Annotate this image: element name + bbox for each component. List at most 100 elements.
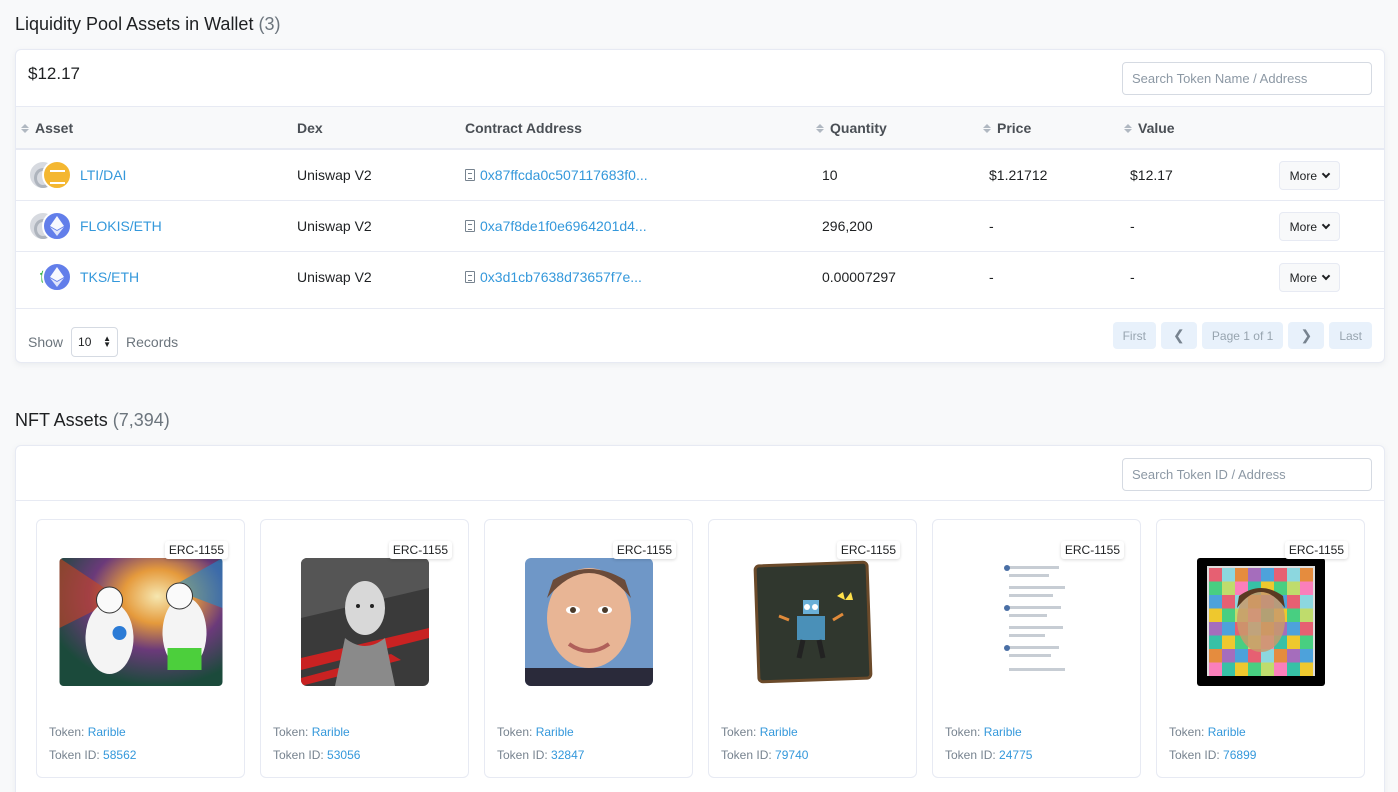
lp-title-text: Liquidity Pool Assets in Wallet <box>15 14 254 34</box>
col-quantity[interactable]: Quantity <box>816 120 887 136</box>
token-link[interactable]: Rarible <box>88 725 126 739</box>
token-pair-icon: t <box>28 262 72 292</box>
nft-card-item[interactable]: ERC-1155 Token: Rarible Token ID: 79740 <box>708 519 917 778</box>
token-id-link[interactable]: 76899 <box>1223 748 1256 762</box>
token-meta: Token: Rarible <box>49 725 126 739</box>
nft-card-item[interactable]: ERC-1155 Token: Rarible Token ID: 24775 <box>932 519 1141 778</box>
token-label: Token: <box>49 725 85 739</box>
records-label: Records <box>126 334 179 350</box>
lp-total-value: $12.17 <box>28 64 80 83</box>
dex-cell: Uniswap V2 <box>297 269 372 285</box>
token-link[interactable]: Rarible <box>312 725 350 739</box>
next-page-button[interactable]: ❯ <box>1288 322 1325 349</box>
nft-section-title: NFT Assets (7,394) <box>15 410 170 431</box>
token-link[interactable]: Rarible <box>760 725 798 739</box>
nft-image[interactable] <box>1196 558 1325 686</box>
nft-card-item[interactable]: ERC-1155 Token: Rarible Token ID: 58562 <box>36 519 245 778</box>
token-pair-icon <box>28 160 72 190</box>
quantity-cell: 296,200 <box>822 218 873 234</box>
nft-image[interactable] <box>300 558 429 686</box>
token-meta: Token: Rarible <box>945 725 1022 739</box>
token-id-meta: Token ID: 79740 <box>721 748 808 762</box>
nft-count: (7,394) <box>112 410 170 430</box>
nft-card-header <box>16 446 1384 501</box>
token-id-meta: Token ID: 58562 <box>49 748 136 762</box>
col-price[interactable]: Price <box>983 120 1031 136</box>
chevron-down-icon <box>1321 220 1331 230</box>
more-button[interactable]: More <box>1278 161 1340 190</box>
token-id-label: Token ID: <box>497 748 548 762</box>
address-cell: 0x3d1cb7638d73657f7e... <box>465 269 642 285</box>
nft-image[interactable] <box>59 558 222 686</box>
nft-card: ERC-1155 Token: Rarible Token ID: 58562 … <box>15 445 1385 792</box>
token-link[interactable]: Rarible <box>1208 725 1246 739</box>
asset-cell: FLOKIS/ETH <box>28 211 162 241</box>
dai-token-icon <box>42 160 72 190</box>
sort-icon <box>1124 123 1132 133</box>
col-dex: Dex <box>297 120 323 136</box>
asset-cell: LTI/DAI <box>28 160 126 190</box>
prev-page-button[interactable]: ❮ <box>1160 322 1197 349</box>
nft-image[interactable] <box>524 558 653 686</box>
nft-search-input[interactable] <box>1122 458 1372 491</box>
select-arrows-icon: ▲ ▼ <box>103 334 112 349</box>
asset-link[interactable]: TKS/ETH <box>80 269 139 285</box>
nft-image[interactable] <box>748 558 877 686</box>
chevron-down-icon <box>1321 271 1331 281</box>
lp-card: $12.17 Asset Dex Contract Address Quanti… <box>15 49 1385 363</box>
token-label: Token: <box>945 725 981 739</box>
token-id-meta: Token ID: 32847 <box>497 748 584 762</box>
token-meta: Token: Rarible <box>721 725 798 739</box>
token-id-label: Token ID: <box>273 748 324 762</box>
token-link[interactable]: Rarible <box>536 725 574 739</box>
lp-count: (3) <box>258 14 281 34</box>
address-cell: 0xa7f8de1f0e6964201d4... <box>465 218 647 234</box>
token-meta: Token: Rarible <box>497 725 574 739</box>
token-id-label: Token ID: <box>1169 748 1220 762</box>
sort-icon <box>21 123 29 133</box>
lp-search-input[interactable] <box>1122 62 1372 95</box>
asset-link[interactable]: FLOKIS/ETH <box>80 218 162 234</box>
price-cell: $1.21712 <box>989 167 1048 183</box>
more-button[interactable]: More <box>1278 263 1340 292</box>
token-id-label: Token ID: <box>49 748 100 762</box>
contract-address-link[interactable]: 0xa7f8de1f0e6964201d4... <box>480 218 647 234</box>
token-link[interactable]: Rarible <box>984 725 1022 739</box>
chevron-down-icon <box>1321 169 1331 179</box>
records-select[interactable]: 10 ▲ ▼ <box>71 327 119 357</box>
token-label: Token: <box>1169 725 1205 739</box>
more-button[interactable]: More <box>1278 212 1340 241</box>
contract-address-link[interactable]: 0x87ffcda0c507117683f0... <box>480 167 648 183</box>
price-cell: - <box>989 218 994 234</box>
document-icon <box>465 271 475 283</box>
token-standard-badge: ERC-1155 <box>836 541 900 559</box>
token-id-link[interactable]: 32847 <box>551 748 584 762</box>
show-label: Show <box>28 334 64 350</box>
nft-card-item[interactable]: ERC-1155 Token: Rarible Token ID: 76899 <box>1156 519 1365 778</box>
nft-image[interactable] <box>1003 558 1073 686</box>
first-page-button[interactable]: First <box>1112 322 1156 349</box>
asset-link[interactable]: LTI/DAI <box>80 167 126 183</box>
price-cell: - <box>989 269 994 285</box>
address-cell: 0x87ffcda0c507117683f0... <box>465 167 648 183</box>
dex-cell: Uniswap V2 <box>297 218 372 234</box>
token-id-link[interactable]: 53056 <box>327 748 360 762</box>
token-id-link[interactable]: 24775 <box>999 748 1032 762</box>
col-value[interactable]: Value <box>1124 120 1175 136</box>
lp-table-header: Asset Dex Contract Address Quantity Pric… <box>16 106 1384 150</box>
token-standard-badge: ERC-1155 <box>1284 541 1348 559</box>
token-label: Token: <box>497 725 533 739</box>
token-meta: Token: Rarible <box>1169 725 1246 739</box>
token-id-link[interactable]: 58562 <box>103 748 136 762</box>
nft-card-item[interactable]: ERC-1155 Token: Rarible Token ID: 53056 <box>260 519 469 778</box>
last-page-button[interactable]: Last <box>1329 322 1372 349</box>
token-id-meta: Token ID: 53056 <box>273 748 360 762</box>
col-asset[interactable]: Asset <box>21 120 73 136</box>
contract-address-link[interactable]: 0x3d1cb7638d73657f7e... <box>480 269 642 285</box>
nft-card-item[interactable]: ERC-1155 Token: Rarible Token ID: 32847 <box>484 519 693 778</box>
pagination: First ❮ Page 1 of 1 ❯ Last <box>1112 322 1372 349</box>
token-id-link[interactable]: 79740 <box>775 748 808 762</box>
nft-title-text: NFT Assets <box>15 410 108 430</box>
value-cell: $12.17 <box>1130 167 1173 183</box>
value-cell: - <box>1130 218 1135 234</box>
